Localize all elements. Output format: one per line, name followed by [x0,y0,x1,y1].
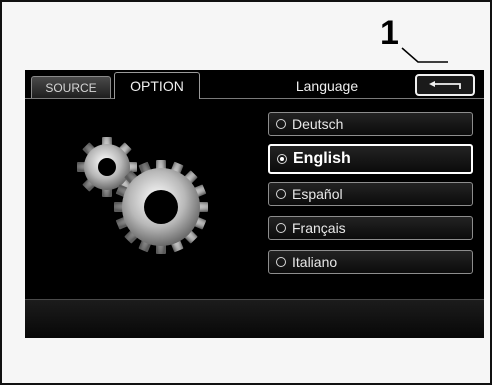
back-button[interactable] [415,74,475,96]
radio-icon [276,223,286,233]
language-option-english[interactable]: English [268,144,473,174]
tab-bar: SOURCE OPTION Language [25,70,484,99]
infotainment-screen: SOURCE OPTION Language Deutsch English E… [25,70,484,338]
language-option-deutsch[interactable]: Deutsch [268,112,473,136]
tab-option[interactable]: OPTION [114,72,200,99]
page-title: Language [295,78,359,94]
language-option-italiano[interactable]: Italiano [268,250,473,274]
radio-icon [276,257,286,267]
language-option-espanol[interactable]: Español [268,182,473,206]
callout-number: 1 [380,14,399,52]
language-label: English [293,150,351,167]
gears-icon [77,137,208,254]
language-label: Español [292,186,343,202]
radio-icon [276,189,286,199]
language-option-francais[interactable]: Français [268,216,473,240]
radio-icon [276,119,286,129]
bottom-bar [25,299,484,338]
language-label: Français [292,220,346,236]
language-label: Italiano [292,254,338,270]
back-arrow-icon [429,81,461,89]
tab-source[interactable]: SOURCE [31,76,111,98]
language-label: Deutsch [292,116,344,132]
radio-selected-icon [277,154,287,164]
